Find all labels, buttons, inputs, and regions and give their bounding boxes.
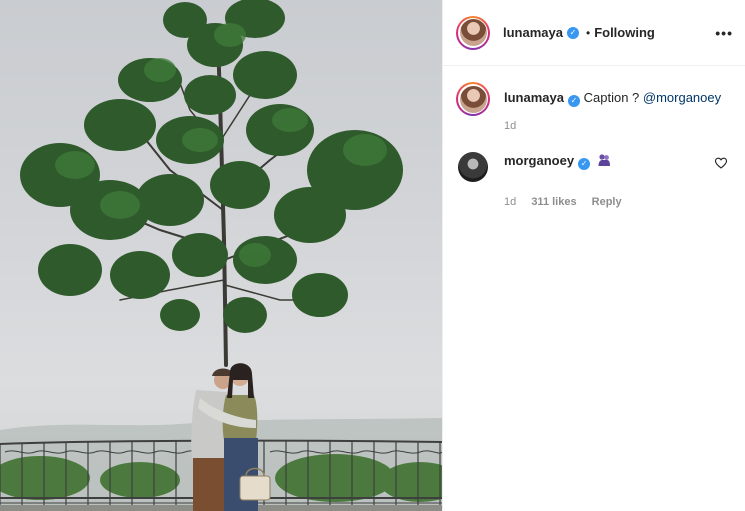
commenter-avatar[interactable] — [458, 152, 488, 182]
post-photo[interactable] — [0, 0, 442, 511]
caption: lunamaya ✓ Caption ? @morganoey 1d — [456, 82, 733, 132]
post-header: lunamaya ✓ • Following ••• — [443, 0, 745, 66]
avatar-ring-inner — [458, 84, 488, 114]
caption-text-block: lunamaya ✓ Caption ? @morganoey — [504, 82, 721, 107]
instagram-post-viewer: lunamaya ✓ • Following ••• lunamaya ✓ Cap… — [0, 0, 745, 511]
caption-author-avatar[interactable] — [456, 82, 490, 116]
caption-author-username[interactable]: lunamaya — [504, 90, 564, 105]
following-button[interactable]: Following — [594, 25, 655, 40]
avatar-photo — [459, 85, 487, 113]
comment-age[interactable]: 1d — [504, 196, 516, 208]
more-options-icon[interactable]: ••• — [715, 25, 733, 41]
author-username[interactable]: lunamaya — [503, 25, 563, 40]
reply-button[interactable]: Reply — [592, 196, 622, 208]
people-hugging-emoji-icon — [598, 154, 610, 166]
avatar-photo — [459, 19, 487, 46]
verified-badge-icon: ✓ — [567, 95, 580, 107]
commenter-username[interactable]: morganoey — [504, 153, 574, 168]
caption-age[interactable]: 1d — [504, 120, 516, 132]
comment-text-block: morganoey ✓ — [504, 152, 611, 170]
caption-text: Caption ? — [583, 90, 643, 105]
avatar-ring-inner — [458, 17, 488, 48]
comment-meta: 1d 311 likes Reply — [504, 196, 733, 208]
comment-row: morganoey ✓ — [456, 152, 733, 182]
verified-badge-icon: ✓ — [578, 158, 591, 170]
author-avatar[interactable] — [456, 15, 490, 50]
comment-item: morganoey ✓ 1d 311 likes Reply — [456, 152, 733, 208]
post-side-panel: lunamaya ✓ • Following ••• lunamaya ✓ Cap… — [442, 0, 745, 511]
separator-dot: • — [585, 25, 591, 40]
comment-likes-count[interactable]: 311 likes — [531, 196, 576, 208]
caption-row: lunamaya ✓ Caption ? @morganoey — [456, 82, 733, 116]
verified-badge-icon: ✓ — [566, 26, 579, 39]
photo-scene — [0, 0, 442, 511]
caption-meta: 1d — [504, 120, 733, 132]
like-comment-heart-icon[interactable] — [714, 156, 728, 170]
caption-mention-link[interactable]: @morganoey — [643, 90, 721, 105]
